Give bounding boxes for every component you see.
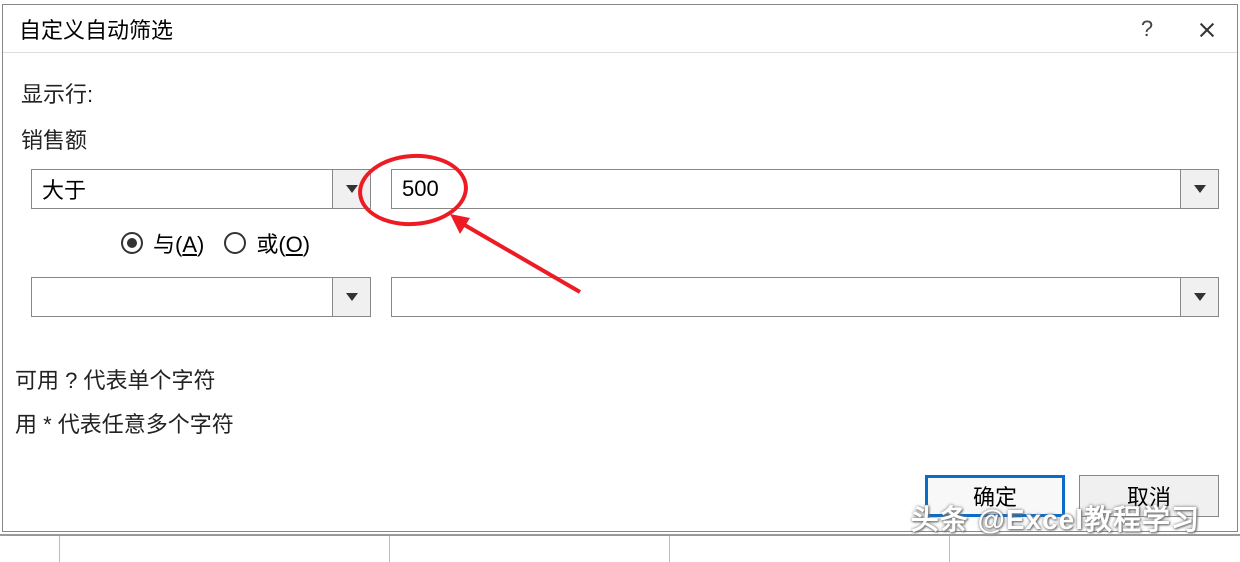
operator-value-2 [32, 278, 332, 316]
operator-value-1: 大于 [32, 170, 332, 208]
chevron-down-icon [1194, 293, 1206, 301]
radio-and-label: 与(A) [153, 227, 204, 259]
radio-or[interactable]: 或(O) [224, 227, 310, 259]
operator-combo-2[interactable] [31, 277, 371, 317]
value-dropdown-1[interactable] [1180, 170, 1218, 208]
chevron-down-icon [346, 185, 358, 193]
radio-and[interactable]: 与(A) [121, 227, 204, 259]
logic-radios: 与(A) 或(O) [121, 227, 1219, 259]
operator-combo-1[interactable]: 大于 [31, 169, 371, 209]
value-input-2[interactable] [392, 278, 1180, 316]
close-button[interactable] [1177, 5, 1237, 53]
value-combo-1[interactable] [391, 169, 1219, 209]
field-label: 销售额 [21, 123, 1219, 155]
criteria-row-1: 大于 [21, 169, 1219, 209]
value-dropdown-2[interactable] [1180, 278, 1218, 316]
value-combo-2[interactable] [391, 277, 1219, 317]
radio-icon [224, 232, 246, 254]
dialog-title: 自定义自动筛选 [19, 13, 1117, 45]
value-input-1[interactable] [392, 170, 1180, 208]
radio-icon [121, 232, 143, 254]
close-icon [1198, 20, 1216, 38]
criteria-row-2 [21, 277, 1219, 317]
help-button[interactable]: ? [1117, 5, 1177, 53]
operator-dropdown-1[interactable] [332, 170, 370, 208]
hint-question-mark: 可用 ? 代表单个字符 [15, 363, 1219, 395]
show-rows-label: 显示行: [21, 77, 1219, 109]
radio-or-label: 或(O) [256, 227, 310, 259]
titlebar: 自定义自动筛选 ? [3, 5, 1237, 53]
operator-dropdown-2[interactable] [332, 278, 370, 316]
spreadsheet-edge [0, 534, 1240, 562]
chevron-down-icon [346, 293, 358, 301]
hints: 可用 ? 代表单个字符 用 * 代表任意多个字符 [15, 363, 1219, 439]
dialog-body: 显示行: 销售额 大于 与(A) 或(O) [3, 53, 1237, 439]
chevron-down-icon [1194, 185, 1206, 193]
hint-asterisk: 用 * 代表任意多个字符 [15, 407, 1219, 439]
custom-autofilter-dialog: 自定义自动筛选 ? 显示行: 销售额 大于 [2, 4, 1238, 532]
watermark-text: 头条 @Excel教程学习 [911, 498, 1200, 538]
